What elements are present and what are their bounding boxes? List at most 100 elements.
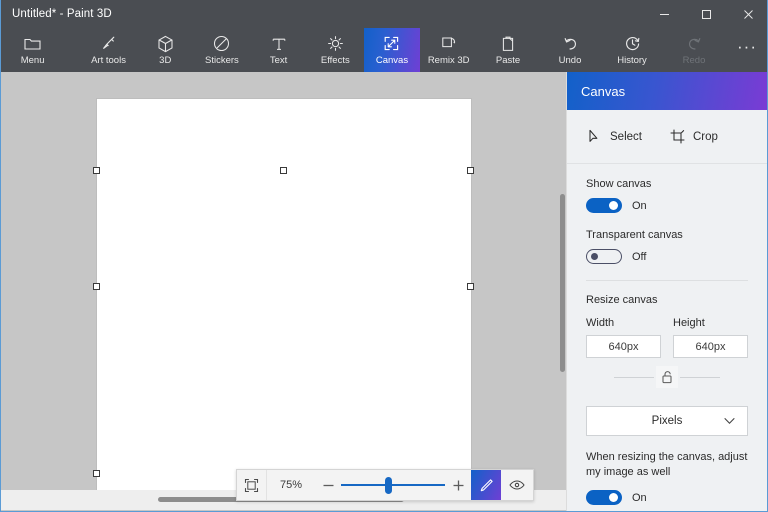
canvas-surface[interactable]: [97, 99, 471, 499]
selection-handle-top-right[interactable]: [467, 167, 474, 174]
zoom-slider-track: [341, 484, 445, 486]
ribbon-item-effects[interactable]: Effects: [307, 28, 364, 72]
ribbon-item-menu[interactable]: Menu: [7, 28, 58, 72]
selection-handle-middle-left[interactable]: [93, 283, 100, 290]
show-canvas-row: On: [586, 198, 748, 213]
adjust-image-state: On: [632, 491, 647, 504]
ribbon-item-stickers[interactable]: Stickers: [194, 28, 251, 72]
transparent-canvas-label: Transparent canvas: [586, 229, 683, 241]
zoom-toolbar: 75%: [236, 469, 534, 501]
show-canvas-toggle[interactable]: [586, 198, 622, 213]
ribbon-label: Stickers: [205, 55, 239, 66]
paste-icon: [500, 34, 516, 53]
fit-to-screen-icon[interactable]: [237, 470, 267, 500]
maximize-button[interactable]: [685, 0, 727, 28]
zoom-out-button[interactable]: [315, 470, 341, 500]
selection-handle-top-center[interactable]: [280, 167, 287, 174]
unit-dropdown[interactable]: Pixels: [586, 406, 748, 436]
ribbon-item-redo[interactable]: Redo: [663, 28, 725, 72]
unlocked-padlock-icon[interactable]: [656, 366, 678, 388]
crop-tool-label: Crop: [692, 130, 718, 143]
transparent-canvas-state: Off: [632, 250, 647, 263]
ribbon-item-3d[interactable]: 3D: [137, 28, 194, 72]
panel-title: Canvas: [567, 72, 767, 110]
height-input[interactable]: 640px: [673, 335, 748, 358]
chevron-down-icon: [724, 417, 735, 425]
ribbon-label: Undo: [558, 55, 582, 66]
ribbon-item-text[interactable]: Text: [250, 28, 307, 72]
show-canvas-state: On: [632, 199, 647, 212]
width-input[interactable]: 640px: [586, 335, 661, 358]
effects-icon: [327, 34, 344, 53]
adjust-image-row: On: [586, 490, 748, 505]
ribbon-item-undo[interactable]: Undo: [539, 28, 601, 72]
ribbon-label: Menu: [20, 55, 45, 66]
ribbon-item-history[interactable]: History: [601, 28, 663, 72]
ribbon-label: Redo: [682, 55, 706, 66]
ribbon-label: History: [617, 55, 647, 66]
ribbon-toolbar: Menu Art tools 3D Stickers Text Effects …: [1, 28, 767, 72]
ribbon-label: Art tools: [91, 55, 126, 66]
canvas-work-area[interactable]: 75%: [1, 72, 568, 511]
adjust-image-toggle[interactable]: [586, 490, 622, 505]
canvas-icon: [383, 34, 400, 53]
zoom-in-button[interactable]: [445, 470, 471, 500]
ribbon-label: Effects: [320, 55, 350, 66]
toggle-knob: [591, 252, 598, 260]
ribbon-label: Canvas: [375, 55, 409, 66]
lock-bracket-left: [614, 376, 654, 378]
select-tool-button[interactable]: Select: [587, 129, 642, 144]
sticker-icon: [213, 34, 230, 53]
transparent-canvas-toggle[interactable]: [586, 249, 622, 264]
minimize-button[interactable]: [643, 0, 685, 28]
panel-divider: [586, 280, 748, 281]
ribbon-label: Paste: [495, 55, 521, 66]
toggle-knob: [609, 201, 618, 210]
title-bar: Untitled* - Paint 3D: [1, 0, 767, 28]
selection-handle-top-left[interactable]: [93, 167, 100, 174]
zoom-slider[interactable]: [341, 470, 445, 500]
selection-handle-middle-right[interactable]: [467, 283, 474, 290]
remix3d-icon: [440, 34, 457, 53]
ribbon-right-group: Paste Undo History Redo ···: [477, 28, 767, 72]
ribbon-item-remix-3d[interactable]: Remix 3D: [420, 28, 477, 72]
crop-tool-button[interactable]: Crop: [670, 129, 718, 144]
width-height-row: Width 640px Height 640px: [586, 317, 748, 358]
ribbon-more-button[interactable]: ···: [725, 28, 767, 72]
ribbon-item-art-tools[interactable]: Art tools: [80, 28, 137, 72]
window-controls: [643, 0, 767, 28]
ribbon-label: 3D: [159, 55, 172, 66]
panel-body: Show canvas On Transparent canvas Off Re…: [567, 164, 767, 505]
ribbon-item-canvas[interactable]: Canvas: [363, 28, 421, 72]
selection-handle-bottom-left[interactable]: [93, 470, 100, 477]
text-icon: [271, 34, 287, 53]
transparent-canvas-row: Off: [586, 249, 748, 264]
toggle-knob: [609, 493, 618, 502]
ribbon-item-paste[interactable]: Paste: [477, 28, 539, 72]
eye-icon[interactable]: [501, 470, 533, 500]
adjust-image-label: When resizing the canvas, adjust my imag…: [586, 451, 748, 478]
canvas-panel: Canvas Select Crop Show canvas On Transp…: [566, 72, 767, 511]
paint3d-window: Untitled* - Paint 3D Menu Art tools 3D S…: [0, 0, 768, 512]
window-title: Untitled* - Paint 3D: [12, 8, 112, 20]
zoom-slider-thumb[interactable]: [385, 477, 392, 494]
width-group: Width 640px: [586, 317, 661, 358]
unit-value: Pixels: [651, 415, 683, 427]
cursor-arrow-icon: [587, 129, 602, 144]
vertical-scrollbar-thumb[interactable]: [560, 194, 565, 372]
aspect-lock-row: [586, 364, 748, 390]
panel-tool-row: Select Crop: [567, 110, 767, 164]
height-group: Height 640px: [673, 317, 748, 358]
cube-icon: [157, 34, 174, 53]
close-button[interactable]: [727, 0, 767, 28]
ribbon-label: Text: [269, 55, 288, 66]
height-label: Height: [673, 317, 705, 329]
zoom-percent-label: 75%: [279, 479, 303, 491]
ribbon-label: Remix 3D: [427, 55, 470, 66]
history-icon: [624, 34, 641, 53]
undo-icon: [562, 34, 579, 53]
select-tool-label: Select: [610, 130, 642, 143]
brush-icon: [100, 34, 117, 53]
folder-icon: [24, 34, 41, 53]
pencil-icon[interactable]: [471, 470, 501, 500]
